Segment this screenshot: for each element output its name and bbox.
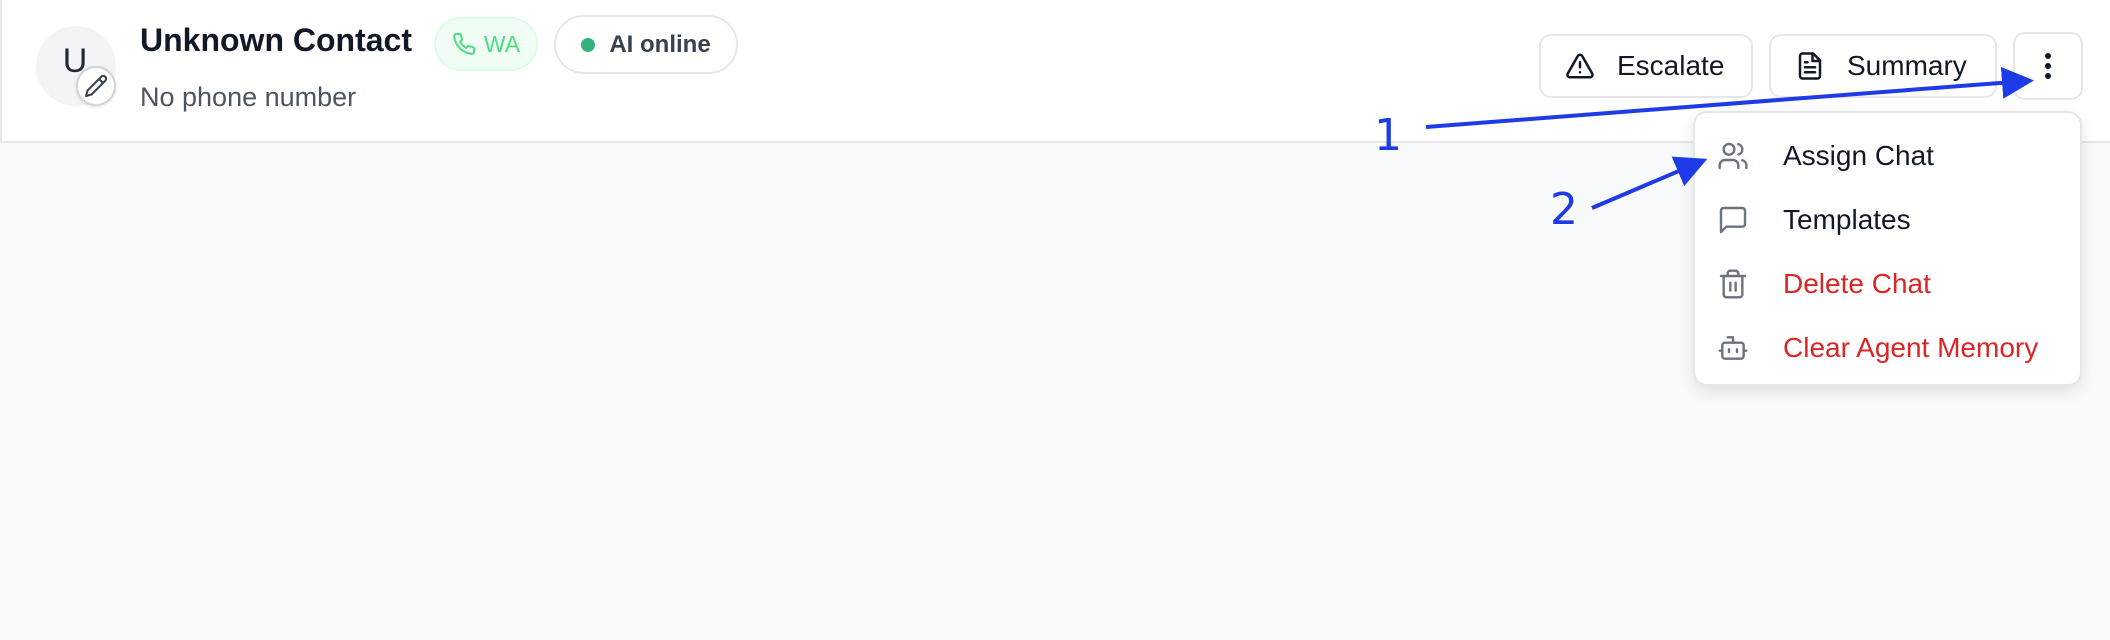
options-dropdown-menu: Assign Chat Templates Delete Chat Clear … [1693, 111, 2082, 386]
annotation-label-2: 2 [1550, 184, 1578, 235]
channel-label: WA [483, 30, 521, 57]
contact-phone: No phone number [140, 82, 357, 112]
online-dot-icon [581, 37, 596, 52]
menu-item-label: Delete Chat [1783, 268, 1931, 299]
users-icon [1718, 142, 1748, 170]
ai-status-label: AI online [609, 30, 711, 58]
more-vertical-icon [2045, 53, 2051, 79]
trash-icon [1719, 269, 1747, 299]
menu-item-clear-agent-memory[interactable]: Clear Agent Memory [1695, 317, 2080, 379]
bot-icon [1718, 336, 1748, 360]
menu-item-label: Clear Agent Memory [1783, 332, 2039, 363]
summary-button[interactable]: Summary [1769, 34, 1997, 98]
escalate-button[interactable]: Escalate [1539, 34, 1753, 98]
phone-icon [453, 33, 475, 55]
annotation-arrow-2 [1591, 156, 1708, 210]
summary-label: Summary [1847, 50, 1967, 81]
contact-name: Unknown Contact [140, 22, 412, 58]
menu-item-label: Templates [1783, 204, 1911, 235]
menu-item-label: Assign Chat [1783, 140, 1934, 171]
message-square-icon [1719, 206, 1747, 234]
channel-badge: WA [434, 17, 538, 71]
escalate-label: Escalate [1617, 50, 1725, 81]
menu-item-assign-chat[interactable]: Assign Chat [1695, 125, 2080, 187]
menu-item-delete-chat[interactable]: Delete Chat [1695, 253, 2080, 315]
pencil-icon [85, 74, 108, 97]
alert-triangle-icon [1566, 53, 1594, 79]
annotation-label-1: 1 [1374, 110, 1402, 161]
file-text-icon [1798, 52, 1822, 80]
menu-item-templates[interactable]: Templates [1695, 189, 2080, 251]
ai-status-badge: AI online [554, 15, 738, 74]
more-options-button[interactable] [2013, 32, 2083, 100]
edit-contact-button[interactable] [76, 66, 116, 106]
